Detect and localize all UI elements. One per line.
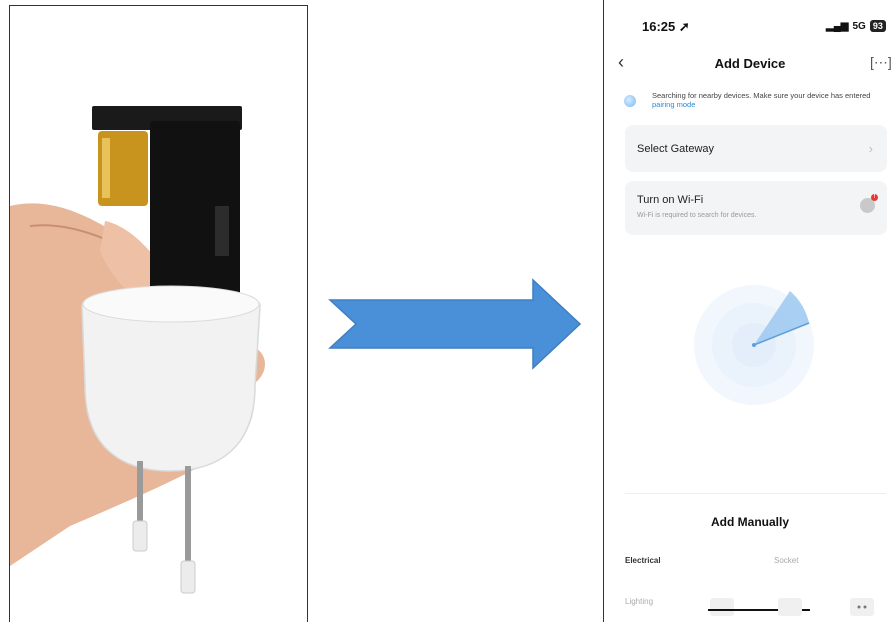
turn-on-wifi-label: Turn on Wi-Fi [637,194,704,206]
status-indicators: ▂▄▆ 5G 93 [826,20,886,32]
select-gateway-label: Select Gateway [637,143,715,155]
select-gateway-card[interactable]: Select Gateway › [625,125,887,172]
battery-icon: 93 [869,20,886,32]
category-electrical[interactable]: Electrical [625,556,661,565]
page-title: Add Device [714,56,786,71]
searching-indicator-icon [624,95,636,107]
location-arrow-icon: ➚ [678,19,690,34]
signal-icon: ▂▄▆ [826,20,849,32]
section-divider [625,493,886,494]
pairing-mode-link[interactable]: pairing mode [652,100,695,109]
phone-screen: 16:25 ➚ ▂▄▆ 5G 93 ‹ Add Device [⋯] Searc… [603,0,896,622]
search-notice: Searching for nearby devices. Make sure … [652,91,871,109]
status-time: 16:25 ➚ [642,19,690,34]
scan-icon[interactable]: [⋯] [870,54,892,71]
wifi-subtitle: Wi-Fi is required to search for devices. [637,212,757,219]
product-photo [10,106,265,594]
category-lighting[interactable]: Lighting [625,597,653,606]
turn-on-wifi-card[interactable]: Turn on Wi-Fi Wi-Fi is required to searc… [625,181,887,235]
chevron-right-icon: › [868,141,873,156]
add-manually-title: Add Manually [710,515,789,529]
radar-icon [694,285,814,405]
right-arrow-icon [328,278,582,370]
wifi-alert-badge: ! [871,194,878,201]
network-type: 5G [852,20,866,32]
product-photo-panel [9,5,308,622]
device-type-icons [708,598,874,616]
category-socket[interactable]: Socket [774,556,798,565]
